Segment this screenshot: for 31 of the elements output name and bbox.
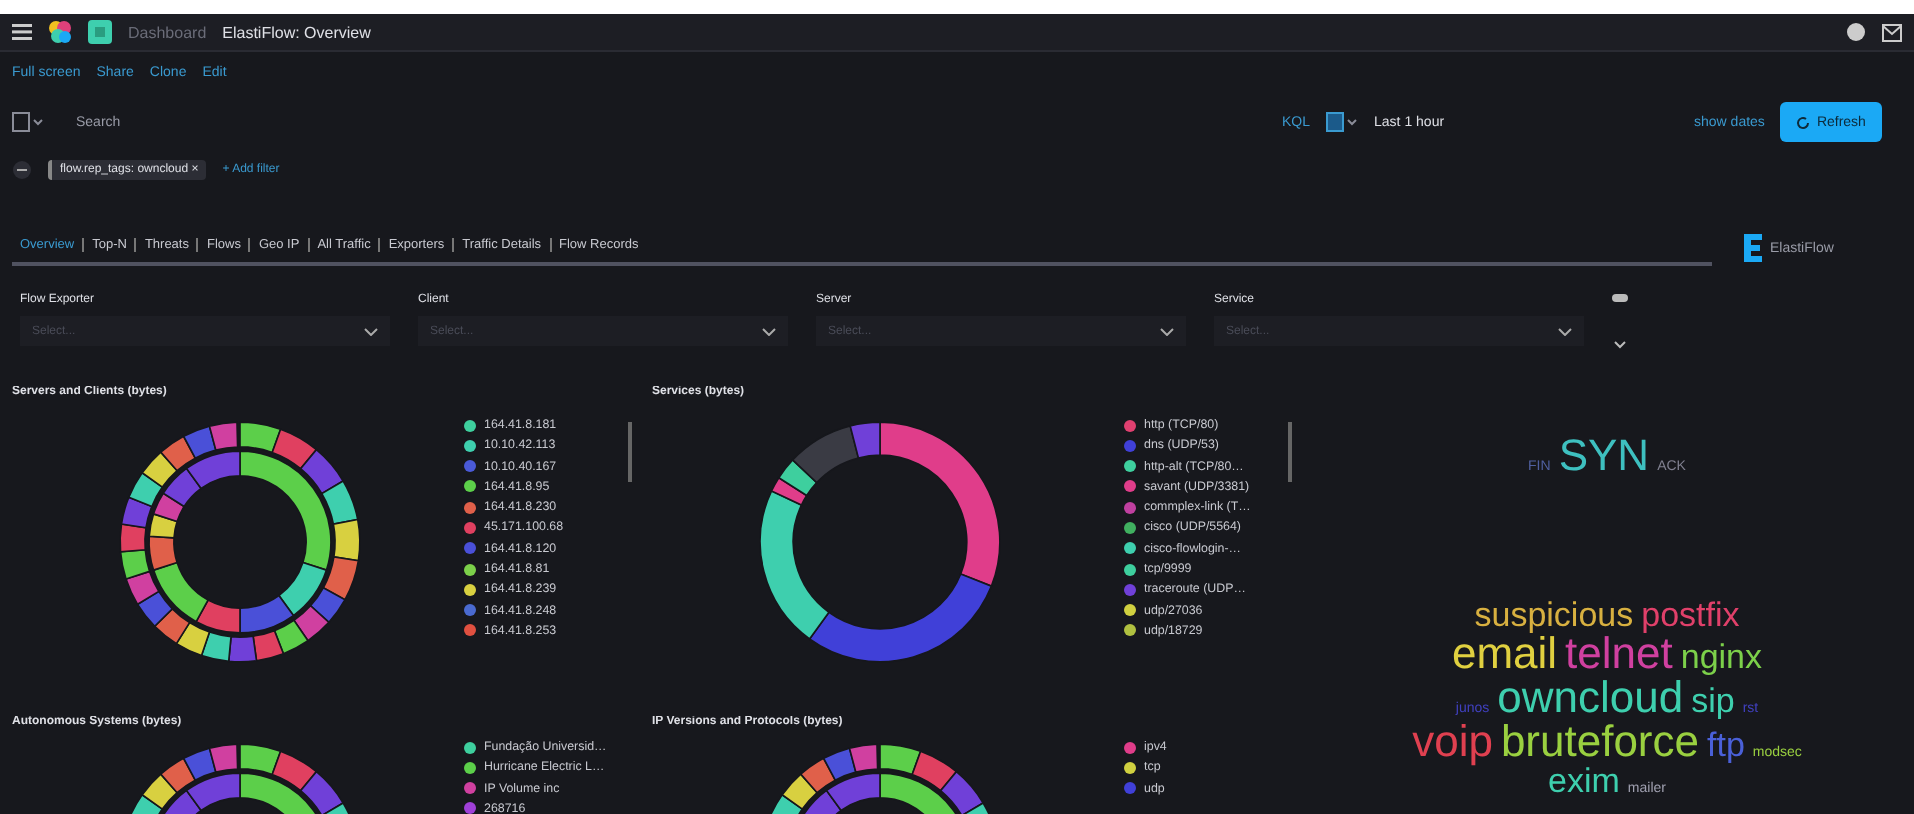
saved-query-icon[interactable] — [12, 112, 44, 132]
calendar-icon[interactable] — [1326, 112, 1359, 132]
donut-slice — [162, 467, 202, 508]
chevron-down-icon — [762, 327, 776, 335]
menu-icon[interactable] — [12, 24, 32, 40]
dashboard-title: ElastiFlow: Overview — [222, 23, 371, 41]
filter-options-icon[interactable] — [12, 160, 32, 180]
donut-slice — [141, 451, 178, 488]
logo-icon[interactable] — [48, 20, 72, 44]
tag-cloud-word[interactable]: bruteforce — [1500, 720, 1699, 764]
tag-cloud-word[interactable]: suspicious — [1474, 598, 1634, 632]
chevron-down-icon — [364, 327, 378, 335]
tag-cloud-word[interactable]: SYN — [1558, 434, 1650, 478]
help-icon[interactable] — [1846, 22, 1866, 42]
collapse-control-icon[interactable] — [1612, 294, 1628, 354]
donut-slice — [148, 513, 178, 539]
donut-slice — [120, 496, 153, 529]
chevron-down-icon — [1558, 327, 1572, 335]
tag-cloud-word[interactable]: sip — [1691, 684, 1735, 718]
mail-icon[interactable] — [1882, 23, 1902, 41]
tag-cloud-word[interactable]: exim — [1548, 764, 1620, 798]
refresh-icon — [1796, 115, 1811, 129]
tag-cloud-word[interactable]: telnet — [1565, 632, 1673, 676]
chevron-down-icon — [1160, 327, 1174, 335]
tag-cloud-word[interactable]: voip — [1412, 720, 1493, 764]
tag-cloud-word[interactable]: email — [1451, 632, 1558, 676]
tag-cloud-word[interactable]: nginx — [1680, 640, 1763, 674]
donut-slice — [128, 471, 164, 508]
tag-cloud-word[interactable]: postfix — [1641, 598, 1740, 632]
elastiflow-logo-icon — [1744, 234, 1762, 262]
tag-cloud-word[interactable]: owncloud — [1497, 676, 1684, 720]
